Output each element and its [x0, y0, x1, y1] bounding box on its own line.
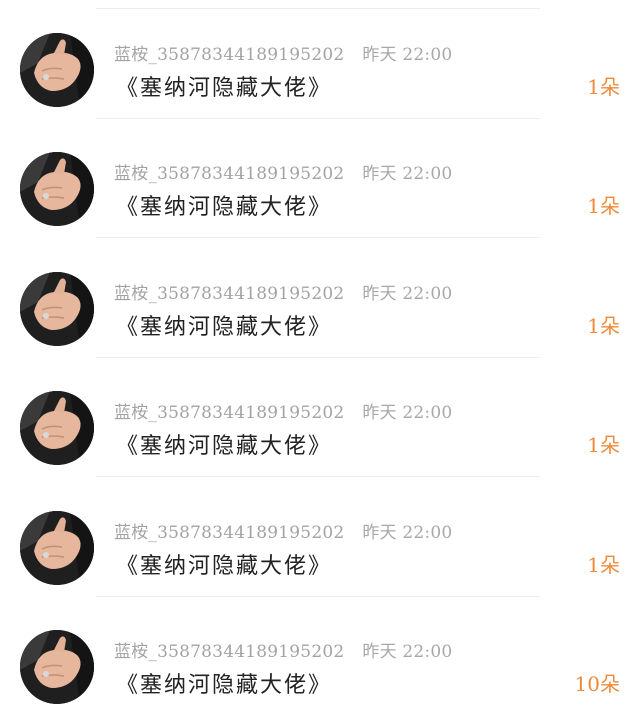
username[interactable]: 蓝桉_3587834418​9195202 [114, 403, 344, 423]
list-item[interactable]: 蓝桉_3587834418​9195202 昨天 22:00 《塞纳河隐藏大佬》 … [0, 239, 640, 358]
username-line: 蓝桉_3587834418​9195202 昨天 22:00 [114, 279, 452, 304]
avatar-photo-icon [20, 272, 94, 346]
gift-count: 10朵 [574, 672, 620, 696]
username-line: 蓝桉_3587834418​9195202 昨天 22:00 [114, 159, 452, 184]
username-line: 蓝桉_3587834418​9195202 昨天 22:00 [114, 40, 452, 65]
avatar-photo-icon [20, 511, 94, 585]
message-text: 《塞纳河隐藏大佬》 [116, 195, 333, 220]
message-text: 《塞纳河隐藏大佬》 [116, 315, 333, 340]
timestamp: 昨天 22:00 [362, 284, 453, 304]
username[interactable]: 蓝桉_3587834418​9195202 [114, 284, 344, 304]
username-line: 蓝桉_3587834418​9195202 昨天 22:00 [114, 398, 452, 423]
avatar[interactable] [20, 630, 94, 704]
gift-count: 1朵 [587, 553, 620, 577]
timestamp: 昨天 22:00 [362, 523, 453, 543]
gift-count: 1朵 [587, 433, 620, 457]
avatar-photo-icon [20, 152, 94, 226]
message-text: 《塞纳河隐藏大佬》 [116, 76, 333, 101]
avatar[interactable] [20, 152, 94, 226]
message-text: 《塞纳河隐藏大佬》 [116, 554, 333, 579]
list-item[interactable]: 蓝桉_3587834418​9195202 昨天 22:00 《塞纳河隐藏大佬》 … [0, 358, 640, 477]
list-item[interactable]: 蓝桉_3587834418​9195202 昨天 22:00 《塞纳河隐藏大佬》 … [0, 597, 640, 716]
avatar[interactable] [20, 511, 94, 585]
message-text: 《塞纳河隐藏大佬》 [116, 434, 333, 459]
username[interactable]: 蓝桉_3587834418​9195202 [114, 164, 344, 184]
list-item[interactable]: 蓝桉_3587834418​9195202 昨天 22:00 《塞纳河隐藏大佬》 … [0, 478, 640, 597]
gift-count: 1朵 [587, 194, 620, 218]
gift-count: 1朵 [587, 314, 620, 338]
row-divider [96, 476, 540, 477]
username[interactable]: 蓝桉_3587834418​9195202 [114, 642, 344, 662]
avatar[interactable] [20, 272, 94, 346]
timestamp: 昨天 22:00 [362, 403, 453, 423]
timestamp: 昨天 22:00 [362, 45, 453, 65]
avatar[interactable] [20, 33, 94, 107]
username[interactable]: 蓝桉_3587834418​9195202 [114, 45, 344, 65]
timestamp: 昨天 22:00 [362, 642, 453, 662]
username[interactable]: 蓝桉_3587834418​9195202 [114, 523, 344, 543]
avatar-photo-icon [20, 630, 94, 704]
message-text: 《塞纳河隐藏大佬》 [116, 673, 333, 698]
username-line: 蓝桉_3587834418​9195202 昨天 22:00 [114, 637, 452, 662]
username-line: 蓝桉_3587834418​9195202 昨天 22:00 [114, 518, 452, 543]
avatar-photo-icon [20, 391, 94, 465]
timestamp: 昨天 22:00 [362, 164, 453, 184]
list-item[interactable]: 蓝桉_3587834418​9195202 昨天 22:00 《塞纳河隐藏大佬》 … [0, 119, 640, 238]
gift-count: 1朵 [587, 75, 620, 99]
avatar[interactable] [20, 391, 94, 465]
avatar-photo-icon [20, 33, 94, 107]
list-item[interactable]: 蓝桉_3587834418​9195202 昨天 22:00 《塞纳河隐藏大佬》 … [0, 0, 640, 119]
row-divider [96, 237, 540, 238]
